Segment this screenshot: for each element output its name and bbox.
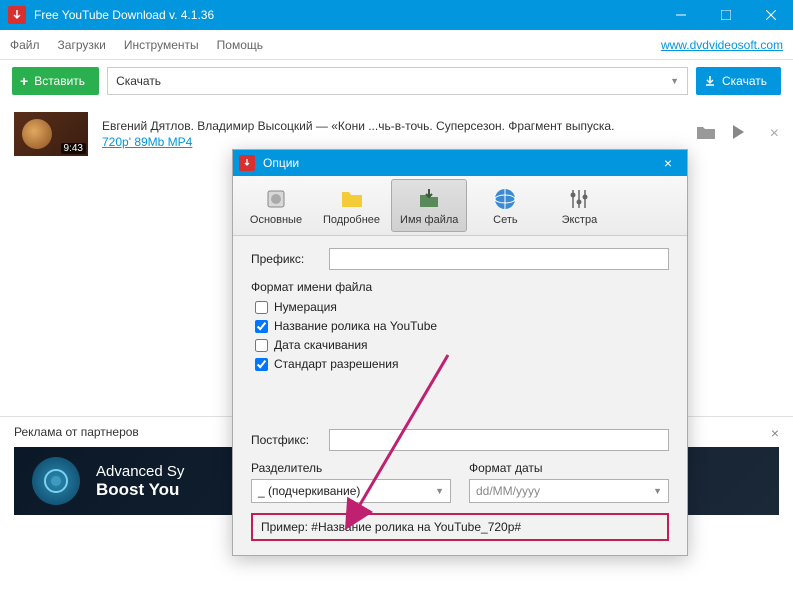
globe-icon: [492, 186, 518, 212]
options-dialog: Опции × Основные Подробнее Имя файла Сет…: [232, 149, 688, 556]
ad-line2: Boost You: [96, 480, 184, 500]
maximize-button[interactable]: [703, 0, 748, 30]
folder-icon[interactable]: [696, 124, 716, 145]
hdd-icon: [263, 186, 289, 212]
chevron-down-icon: ▼: [653, 486, 662, 496]
date-format-label: Формат даты: [469, 461, 669, 475]
menu-help[interactable]: Помощь: [217, 38, 263, 52]
download-folder-icon: [416, 186, 442, 212]
tab-network[interactable]: Сеть: [469, 179, 541, 232]
minimize-button[interactable]: [658, 0, 703, 30]
tab-main[interactable]: Основные: [240, 179, 312, 232]
website-link[interactable]: www.dvdvideosoft.com: [661, 38, 783, 52]
menu-downloads[interactable]: Загрузки: [58, 38, 106, 52]
resolution-checkbox[interactable]: [255, 358, 268, 371]
dialog-app-icon: [239, 155, 255, 171]
app-title: Free YouTube Download v. 4.1.36: [34, 8, 658, 22]
prefix-label: Префикс:: [251, 252, 323, 266]
separator-select[interactable]: _ (подчеркивание) ▼: [251, 479, 451, 503]
insert-label: Вставить: [34, 74, 85, 88]
dialog-title: Опции: [263, 156, 655, 170]
numbering-checkbox[interactable]: [255, 301, 268, 314]
chevron-down-icon: ▼: [670, 76, 679, 86]
ad-section-label: Реклама от партнеров: [14, 425, 139, 441]
ad-close-icon[interactable]: ×: [771, 425, 779, 441]
sliders-icon: [566, 186, 592, 212]
close-button[interactable]: [748, 0, 793, 30]
resolution-label: Стандарт разрешения: [274, 357, 398, 371]
postfix-label: Постфикс:: [251, 433, 323, 447]
select-value: Скачать: [116, 74, 161, 88]
video-title: Евгений Дятлов. Владимир Высоцкий — «Кон…: [102, 119, 682, 133]
youtube-title-checkbox[interactable]: [255, 320, 268, 333]
tab-filename[interactable]: Имя файла: [391, 179, 467, 232]
folder-icon: [339, 186, 365, 212]
separator-label: Разделитель: [251, 461, 451, 475]
download-date-checkbox[interactable]: [255, 339, 268, 352]
play-icon[interactable]: [730, 124, 746, 145]
app-icon: [8, 6, 26, 24]
postfix-input[interactable]: [329, 429, 669, 451]
youtube-title-label: Название ролика на YouTube: [274, 319, 437, 333]
tab-details[interactable]: Подробнее: [314, 179, 389, 232]
example-box: Пример: #Название ролика на YouTube_720p…: [251, 513, 669, 541]
download-mode-select[interactable]: Скачать ▼: [107, 67, 688, 95]
download-button[interactable]: Скачать: [696, 67, 781, 95]
chevron-down-icon: ▼: [435, 486, 444, 496]
tab-extra[interactable]: Экстра: [543, 179, 615, 232]
date-format-select[interactable]: dd/MM/yyyy ▼: [469, 479, 669, 503]
plus-icon: +: [20, 73, 28, 89]
ad-line1: Advanced Sy: [96, 463, 184, 480]
video-format-link[interactable]: 720p' 89Mb MP4: [102, 135, 192, 149]
download-icon: [704, 75, 716, 87]
ad-product-icon: [32, 457, 80, 505]
row-close-icon[interactable]: ×: [770, 125, 779, 143]
menu-file[interactable]: Файл: [10, 38, 40, 52]
menu-tools[interactable]: Инструменты: [124, 38, 199, 52]
video-thumbnail: 9:43: [14, 112, 88, 156]
prefix-input[interactable]: [329, 248, 669, 270]
numbering-label: Нумерация: [274, 300, 337, 314]
dialog-close-button[interactable]: ×: [655, 155, 681, 171]
video-duration: 9:43: [61, 143, 86, 154]
download-label: Скачать: [722, 74, 767, 88]
insert-button[interactable]: + Вставить: [12, 67, 99, 95]
format-section-label: Формат имени файла: [251, 280, 669, 294]
download-date-label: Дата скачивания: [274, 338, 368, 352]
